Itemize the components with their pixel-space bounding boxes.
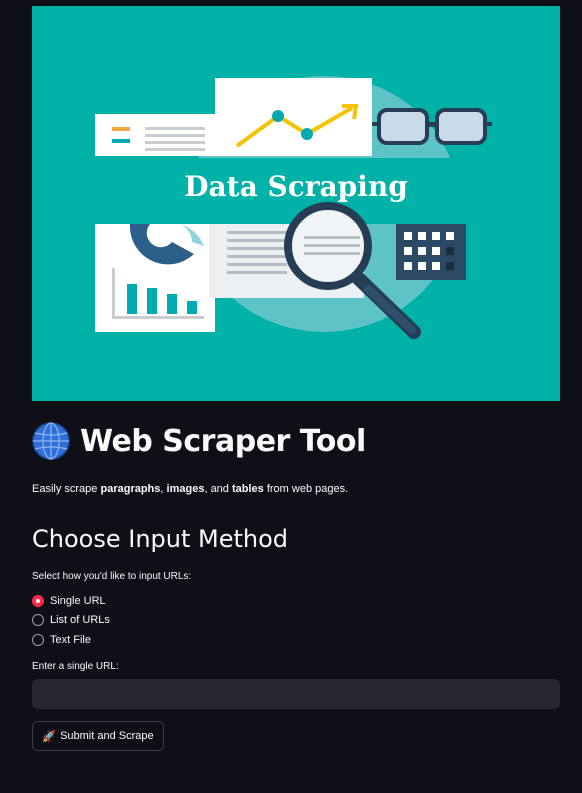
radio-button[interactable] xyxy=(32,614,44,627)
input-method-heading: Choose Input Method xyxy=(32,525,289,553)
radio-option-single-url[interactable]: Single URL xyxy=(32,591,110,611)
subtitle-text: from web pages. xyxy=(263,483,349,495)
url-field-label: Enter a single URL: xyxy=(32,661,119,672)
input-method-prompt: Select how you'd like to input URLs: xyxy=(32,571,192,582)
radio-button-selected[interactable] xyxy=(32,594,44,607)
subtitle-bold-images: images xyxy=(166,483,205,495)
page-title: Web Scraper Tool xyxy=(80,423,366,459)
radio-label: List of URLs xyxy=(50,614,110,627)
submit-and-scrape-button[interactable]: 🚀 Submit and Scrape xyxy=(32,721,164,751)
subtitle-bold-tables: tables xyxy=(231,483,264,495)
subtitle-bold-paragraphs: paragraphs xyxy=(100,483,161,495)
input-method-radio-group: Single URL List of URLs Text File xyxy=(32,591,110,650)
radio-label: Text File xyxy=(50,633,91,646)
radio-option-text-file[interactable]: Text File xyxy=(32,630,110,650)
radio-option-list-of-urls[interactable]: List of URLs xyxy=(32,611,110,631)
globe-icon xyxy=(32,422,70,460)
submit-button-label: Submit and Scrape xyxy=(60,730,154,742)
single-url-input[interactable] xyxy=(32,679,560,709)
radio-button[interactable] xyxy=(32,633,44,646)
rocket-icon: 🚀 xyxy=(42,730,57,743)
content-column: Web Scraper Tool Easily scrape paragraph… xyxy=(32,0,560,793)
radio-label: Single URL xyxy=(50,594,106,607)
subtitle-text: Easily scrape xyxy=(32,483,101,495)
subtitle-text: , and xyxy=(204,483,232,495)
page-subtitle: Easily scrape paragraphs, images, and ta… xyxy=(32,483,348,495)
page-header: Web Scraper Tool xyxy=(32,422,366,460)
